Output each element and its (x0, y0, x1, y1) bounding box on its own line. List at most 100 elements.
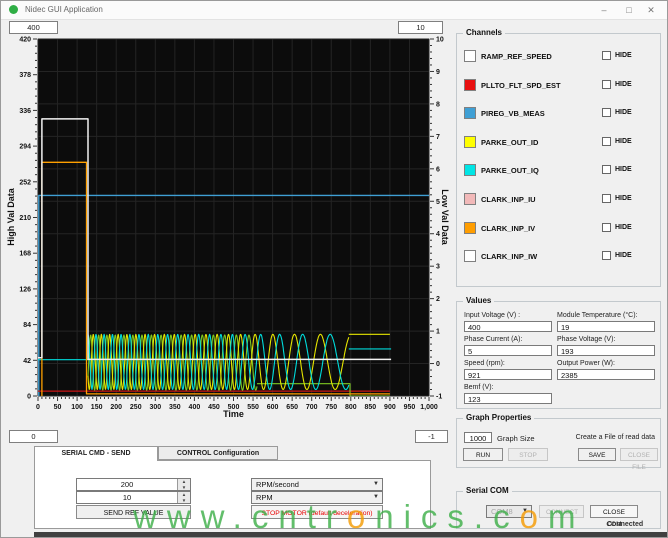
svg-text:-1: -1 (436, 394, 442, 401)
hide-label: HIDE (615, 195, 632, 202)
series-PIREG_VB_MEAS (38, 194, 429, 396)
channel-color-swatch (464, 164, 476, 177)
svg-text:252: 252 (19, 179, 31, 186)
tab-serial-cmd-send[interactable]: SERIAL CMD - SEND (34, 446, 158, 461)
value-field-input[interactable]: 400 (464, 321, 552, 332)
hide-checkbox[interactable] (602, 194, 611, 203)
channel-color-swatch (464, 221, 476, 234)
plot-area (37, 38, 430, 397)
hide-label: HIDE (615, 80, 632, 88)
value-field-label: Input Voltage (V) : (464, 312, 521, 319)
values-group: Values Input Voltage (V) : 400 Module Temp… (456, 296, 661, 409)
value-field-input[interactable]: 921 (464, 369, 552, 380)
series-PARKE_OUT_IQ (38, 333, 392, 391)
hide-checkbox[interactable] (602, 79, 611, 89)
value-field-input[interactable]: 193 (557, 345, 655, 356)
value-field-label: Phase Voltage (V): (557, 336, 616, 343)
svg-text:168: 168 (19, 251, 31, 258)
channel-row-parke_out_iq: PARKE_OUT_IQ HIDE (457, 164, 660, 178)
svg-text:210: 210 (19, 215, 31, 222)
svg-text:378: 378 (19, 72, 31, 79)
ramp-unit-value: RPM/second (256, 480, 299, 489)
left-axis-title: High Val Data (6, 188, 16, 246)
stepper-arrows[interactable]: ▲ ▼ (177, 492, 190, 503)
channel-color-swatch (464, 135, 476, 148)
channel-label: RAMP_REF_SPEED (481, 52, 552, 61)
svg-text:420: 420 (19, 37, 31, 44)
ref-value-field[interactable]: 200 (77, 479, 177, 490)
svg-text:336: 336 (19, 108, 31, 115)
close-com-button[interactable]: CLOSE COM (590, 505, 638, 528)
svg-text:294: 294 (19, 144, 31, 151)
svg-text:7: 7 (436, 134, 440, 141)
svg-text:10: 10 (436, 37, 444, 44)
hide-label: HIDE (615, 252, 632, 260)
value-field-label: Bemf (V): (464, 384, 494, 391)
chevron-down-icon[interactable]: ▼ (522, 506, 528, 517)
connect-button[interactable]: CONNECT (539, 505, 584, 518)
stepper-down-icon[interactable]: ▼ (178, 498, 190, 504)
value-field-label: Output Power (W): (557, 360, 615, 367)
hide-checkbox[interactable] (602, 222, 611, 232)
com-port-dropdown[interactable]: COM8 ▼ (486, 505, 532, 518)
left-axis-min-input[interactable]: 0 (9, 430, 58, 443)
series-PARKE_OUT_ID (87, 333, 390, 391)
tab-control-configuration[interactable]: CONTROL Configuration (158, 446, 278, 460)
channels-group-title: Channels (463, 28, 506, 37)
value-field-input[interactable]: 123 (464, 393, 552, 404)
stepper-arrows[interactable]: ▲ ▼ (177, 479, 190, 490)
channel-color-swatch (464, 78, 476, 91)
hide-checkbox[interactable] (602, 165, 611, 175)
hide-label: HIDE (615, 166, 632, 174)
chart-canvas: 0 50 100 150 200 250 300 350 400 450 500 550 600 650 7… (19, 37, 444, 412)
serial-com-title: Serial COM (463, 486, 512, 495)
graph-properties-title: Graph Properties (463, 413, 535, 422)
value-field-input[interactable]: 2385 (557, 369, 655, 380)
stop-button[interactable]: STOP (508, 448, 548, 461)
com-port-value: COM8 (491, 507, 513, 516)
ramp-value-stepper[interactable]: 10 ▲ ▼ (76, 491, 191, 504)
value-field-input[interactable]: 5 (464, 345, 552, 356)
channel-label: PARKE_OUT_IQ (481, 166, 539, 176)
connection-status: Connected (607, 521, 644, 528)
close-button[interactable]: ✕ (640, 1, 662, 19)
hide-checkbox[interactable] (602, 51, 611, 60)
hide-checkbox[interactable] (602, 251, 611, 261)
ref-value-stepper[interactable]: 200 ▲ ▼ (76, 478, 191, 491)
series-CLARK_INP_IV (41, 161, 390, 396)
channel-row-pllto_flt_spd_est: PLLTO_FLT_SPD_EST HIDE (457, 78, 660, 93)
ramp-unit-dropdown[interactable]: RPM/second ▼ (251, 478, 383, 491)
hide-checkbox[interactable] (602, 108, 611, 118)
channel-color-swatch (464, 50, 476, 62)
stop-motor-button[interactable]: STOP MOTOR (default deceleration) (251, 505, 383, 519)
file-of-read-data-label: Create a File of read data (575, 434, 655, 441)
chevron-down-icon[interactable]: ▼ (373, 479, 379, 490)
left-axis-max-input[interactable]: 400 (9, 21, 58, 34)
channel-row-parke_out_id: PARKE_OUT_ID HIDE (457, 135, 660, 150)
channel-row-clark_inp_iw: CLARK_INP_IW HIDE (457, 250, 660, 264)
series-RAMP_REF_SPEED (38, 118, 392, 361)
save-button[interactable]: SAVE (578, 448, 616, 461)
right-axis-max-input[interactable]: 10 (398, 21, 443, 34)
stepper-down-icon[interactable]: ▼ (178, 485, 190, 491)
close-file-button[interactable]: CLOSE FILE (620, 448, 658, 471)
maximize-button[interactable]: □ (618, 1, 640, 19)
hide-checkbox[interactable] (602, 136, 611, 146)
minimize-button[interactable]: – (593, 1, 615, 19)
value-field-label: Module Temperature (°C): (557, 312, 638, 319)
channel-label: PLLTO_FLT_SPD_EST (481, 80, 561, 90)
series-CLARK_INP_IW (87, 334, 390, 396)
svg-text:8: 8 (436, 101, 440, 108)
ref-unit-dropdown[interactable]: RPM ▼ (251, 491, 383, 504)
value-field-input[interactable]: 19 (557, 321, 655, 332)
graph-size-input[interactable]: 1000 (464, 432, 492, 443)
svg-text:9: 9 (436, 69, 440, 76)
right-axis-min-input[interactable]: -1 (415, 430, 448, 443)
channel-color-swatch (464, 193, 476, 205)
run-button[interactable]: RUN (463, 448, 503, 461)
channels-group: Channels RAMP_REF_SPEED HIDE PLLTO_FLT_SPD… (456, 28, 661, 287)
ramp-value-field[interactable]: 10 (77, 492, 177, 503)
chevron-down-icon[interactable]: ▼ (373, 492, 379, 503)
send-ref-value-button[interactable]: SEND REF VALUE (76, 505, 191, 519)
svg-text:3: 3 (436, 264, 440, 271)
